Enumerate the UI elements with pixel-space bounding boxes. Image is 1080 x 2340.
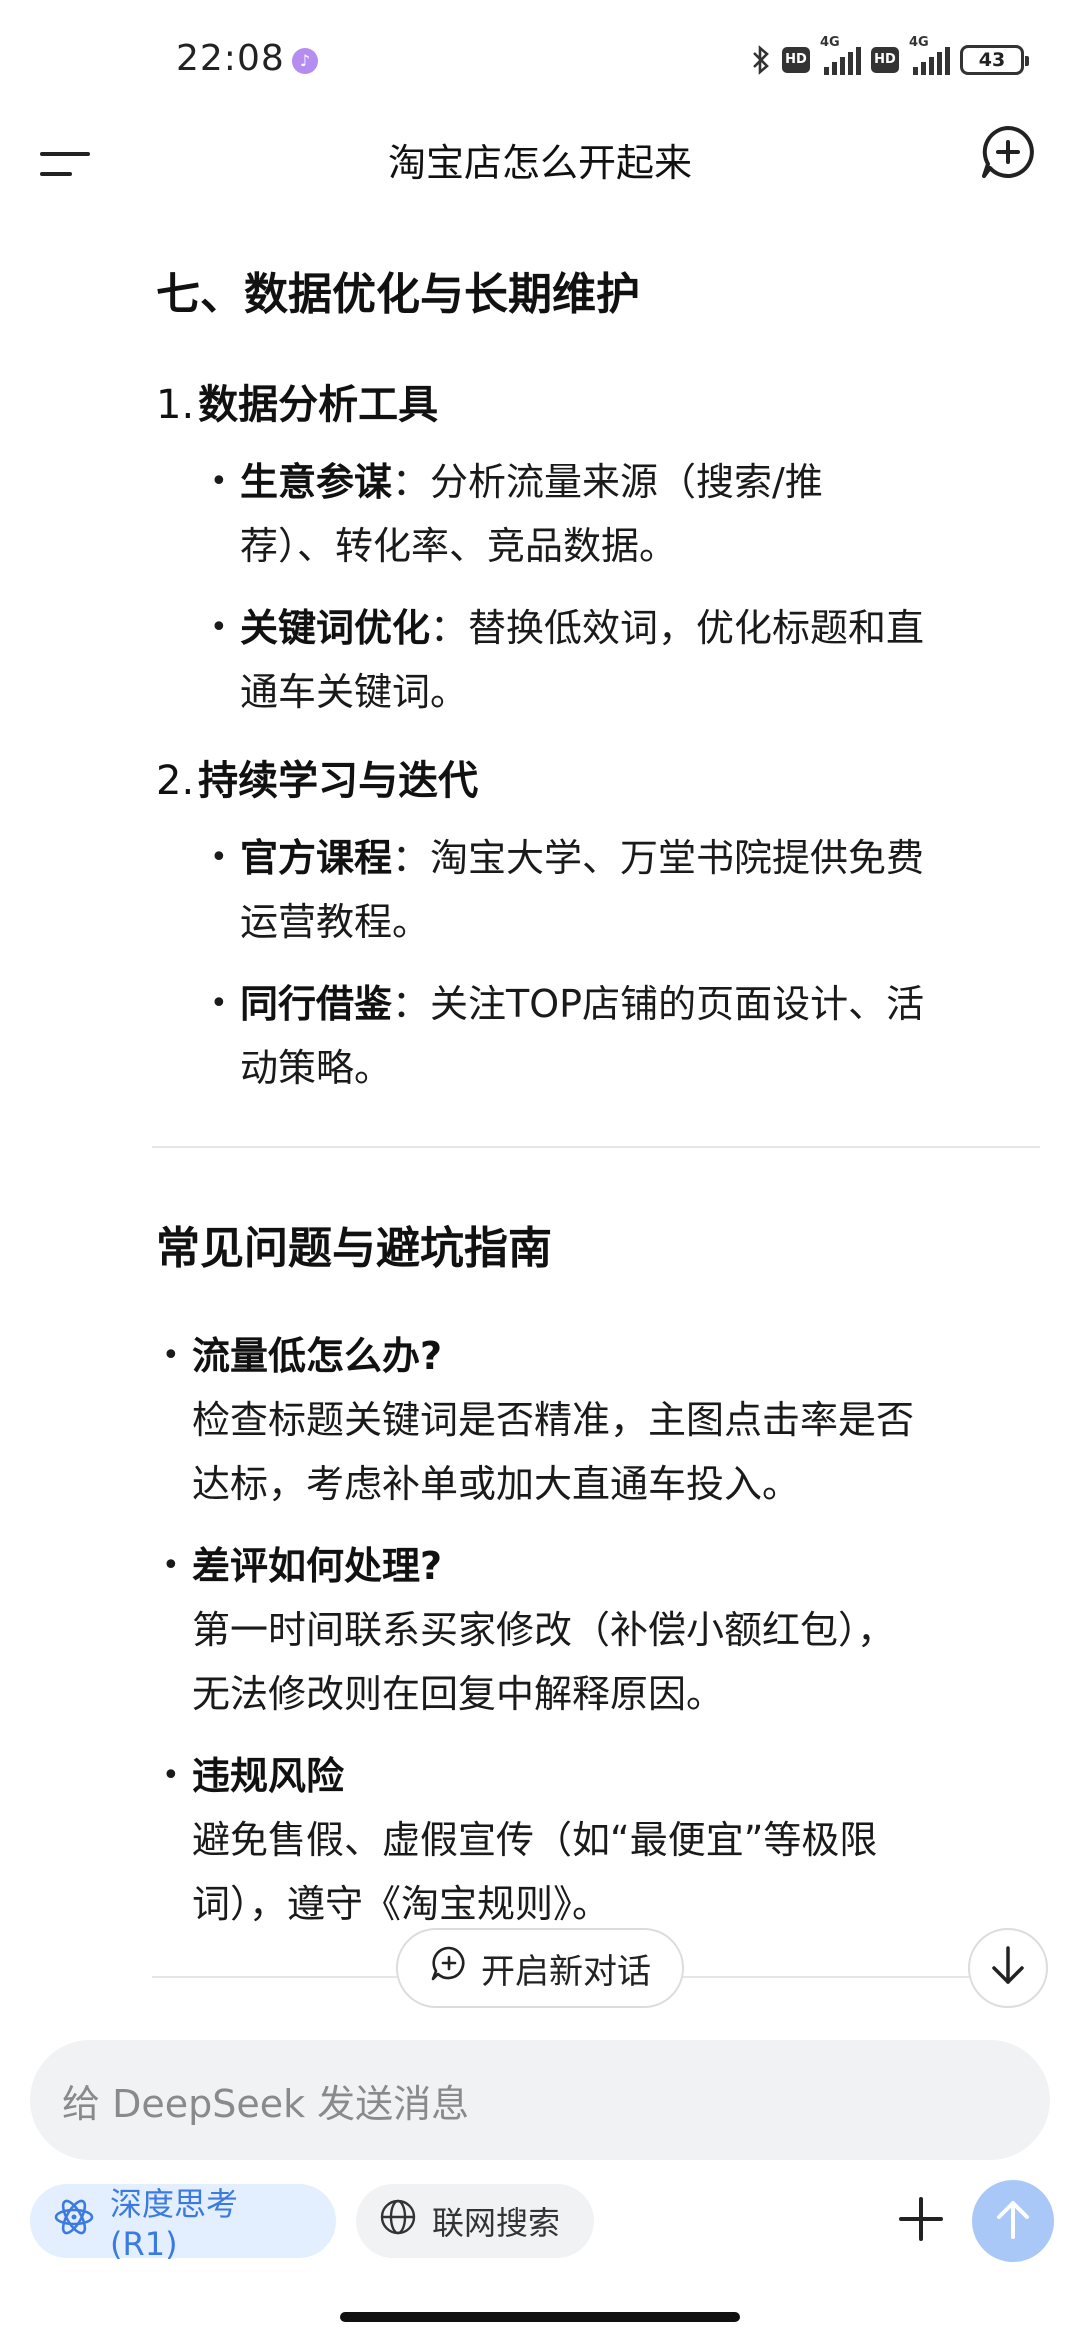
new-chat-icon	[429, 1944, 469, 1993]
hd-badge: HD	[871, 47, 899, 73]
arrow-up-icon	[993, 2197, 1033, 2245]
message-input[interactable]: 给 DeepSeek 发送消息	[30, 2040, 1050, 2160]
atom-icon	[52, 2195, 96, 2247]
arrow-down-icon	[988, 1944, 1028, 1992]
web-search-toggle[interactable]: 联网搜索	[356, 2184, 594, 2258]
battery-level: 43	[978, 49, 1006, 71]
signal-icon: 4G	[909, 35, 950, 75]
battery-icon: 43	[960, 45, 1029, 75]
list-item: • 违规风险 避免售假、虚假宣传（如“最便宜”等极限 词），遵守《淘宝规则》。	[162, 1754, 878, 1926]
tiktok-icon: ♪	[292, 48, 318, 74]
web-search-label: 联网搜索	[432, 2204, 561, 2242]
new-dialog-button[interactable]: 开启新对话	[396, 1928, 684, 2008]
new-chat-icon[interactable]	[976, 120, 1040, 184]
list-item: • 流量低怎么办? 检查标题关键词是否精准，主图点击率是否 达标，考虑补单或加大…	[162, 1334, 915, 1506]
list-item: • 同行借鉴：关注TOP店铺的页面设计、活 动策略。	[210, 982, 925, 1090]
scroll-to-bottom-button[interactable]	[968, 1928, 1048, 2008]
section-heading: 常见问题与避坑指南	[156, 1223, 552, 1274]
status-icons: HD 4G HD 4G 43	[750, 35, 1029, 80]
globe-icon	[378, 2197, 418, 2245]
top-app-bar: 淘宝店怎么开起来	[0, 110, 1080, 250]
deep-think-label: 深度思考 (R1)	[110, 2185, 239, 2263]
list-item: • 生意参谋：分析流量来源（搜索/推 荐）、转化率、竞品数据。	[210, 460, 823, 568]
page-title: 淘宝店怎么开起来	[387, 141, 692, 185]
attach-button[interactable]	[880, 2180, 962, 2262]
list-item: • 差评如何处理? 第一时间联系买家修改（补偿小额红包）， 无法修改则在回复中解…	[162, 1544, 896, 1716]
plus-icon	[895, 2193, 947, 2249]
bluetooth-icon	[750, 44, 772, 76]
status-time: 22:08	[176, 38, 285, 79]
new-dialog-label: 开启新对话	[481, 1951, 651, 1992]
numbered-item-title: 1. 数据分析工具	[156, 382, 439, 428]
divider	[152, 1146, 1040, 1148]
numbered-item-title: 2. 持续学习与迭代	[156, 758, 479, 804]
list-item: • 关键词优化：替换低效词，优化标题和直 通车关键词。	[210, 606, 925, 714]
home-indicator[interactable]	[340, 2312, 740, 2322]
hd-badge: HD	[782, 47, 810, 73]
section-heading: 七、数据优化与长期维护	[156, 269, 640, 320]
status-bar: 22:08 ♪ HD 4G HD 4G 43	[0, 0, 1080, 120]
list-item: • 官方课程：淘宝大学、万堂书院提供免费 运营教程。	[210, 836, 925, 944]
message-input-placeholder: 给 DeepSeek 发送消息	[62, 2081, 470, 2126]
deep-think-toggle[interactable]: 深度思考 (R1)	[30, 2184, 336, 2263]
send-button[interactable]	[972, 2180, 1054, 2262]
signal-icon: 4G	[820, 35, 861, 75]
